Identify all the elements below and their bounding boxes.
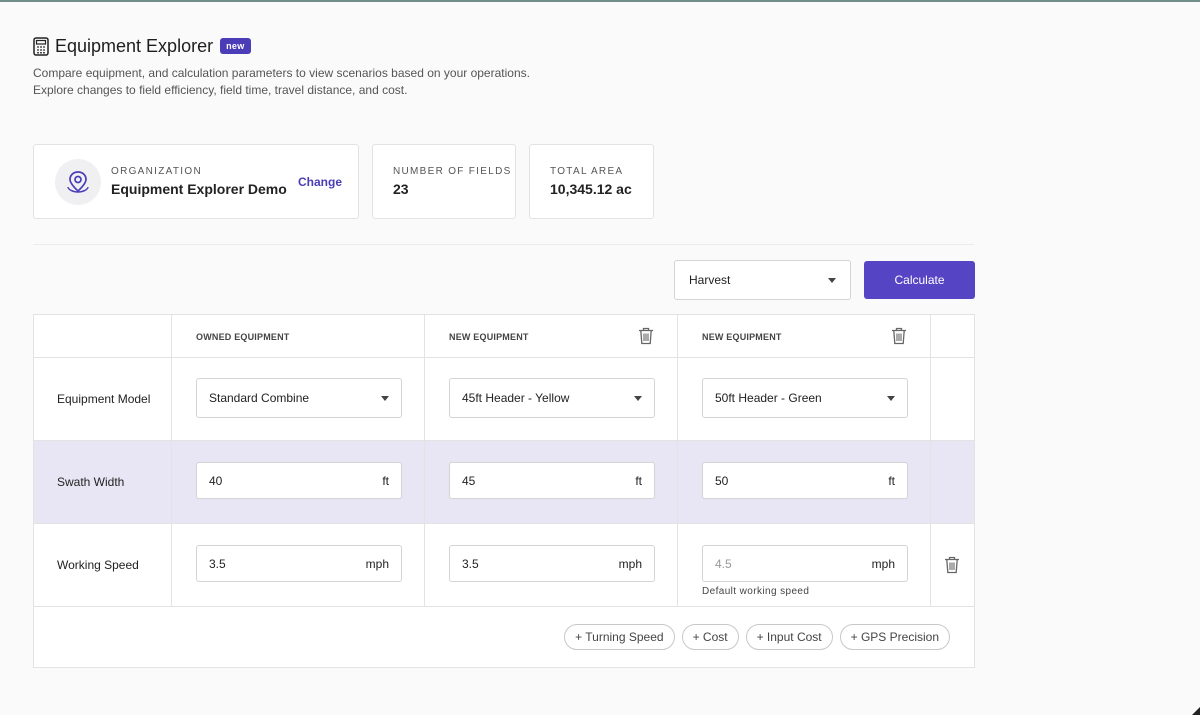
select-value: 45ft Header - Yellow [462, 391, 570, 405]
working-speed-input-new-2[interactable]: 4.5 mph [702, 545, 908, 582]
delete-row-trash-icon[interactable] [944, 556, 960, 574]
operation-select-value: Harvest [689, 273, 731, 287]
working-speed-input-new-1[interactable]: 3.5 mph [449, 545, 655, 582]
column-header-new-1: NEW EQUIPMENT [449, 332, 529, 342]
add-parameter-chips: + Turning Speed + Cost + Input Cost + GP… [564, 624, 950, 650]
page-header: Equipment Explorer new Compare equipment… [33, 35, 733, 99]
calculator-icon [33, 36, 49, 56]
fields-card: NUMBER OF FIELDS 23 [372, 144, 516, 219]
unit-label: ft [382, 473, 389, 488]
organization-avatar [55, 159, 101, 205]
chevron-down-icon [828, 277, 836, 283]
chevron-down-icon [887, 395, 895, 401]
row-label-equipment-model: Equipment Model [57, 392, 151, 406]
window-corner [1192, 707, 1200, 715]
default-speed-helper-text: Default working speed [702, 586, 810, 597]
column-divider [930, 315, 931, 607]
select-value: Standard Combine [209, 391, 310, 405]
input-value: 3.5 [462, 556, 479, 571]
area-card: TOTAL AREA 10,345.12 ac [529, 144, 654, 219]
input-value: 50 [715, 473, 729, 488]
area-label: TOTAL AREA [550, 166, 624, 177]
table-header-row: OWNED EQUIPMENT NEW EQUIPMENT NEW EQUIPM… [34, 315, 974, 358]
chevron-down-icon [634, 395, 642, 401]
page-description: Compare equipment, and calculation param… [33, 65, 733, 99]
organization-label: ORGANIZATION [111, 166, 202, 177]
unit-label: mph [365, 556, 389, 571]
swath-width-input-new-1[interactable]: 45 ft [449, 462, 655, 499]
area-value: 10,345.12 ac [550, 181, 632, 197]
fields-value: 23 [393, 181, 409, 197]
description-line-1: Compare equipment, and calculation param… [33, 66, 530, 80]
input-value: 45 [462, 473, 476, 488]
add-gps-precision-chip[interactable]: + GPS Precision [839, 624, 950, 650]
column-divider [677, 315, 678, 607]
add-input-cost-chip[interactable]: + Input Cost [745, 624, 833, 650]
equipment-comparison-table: OWNED EQUIPMENT NEW EQUIPMENT NEW EQUIPM… [33, 314, 975, 668]
row-label-working-speed: Working Speed [57, 558, 139, 572]
add-turning-speed-chip[interactable]: + Turning Speed [564, 624, 675, 650]
unit-label: mph [618, 556, 642, 571]
new-badge: new [220, 38, 251, 54]
organization-card: ORGANIZATION Equipment Explorer Demo Cha… [33, 144, 359, 219]
delete-column-2-trash-icon[interactable] [891, 327, 907, 345]
delete-column-1-trash-icon[interactable] [638, 327, 654, 345]
top-accent-line [0, 0, 1200, 2]
column-header-owned: OWNED EQUIPMENT [196, 332, 290, 342]
swath-width-input-owned[interactable]: 40 ft [196, 462, 402, 499]
row-label-swath-width: Swath Width [57, 475, 125, 489]
input-placeholder-value: 4.5 [715, 556, 732, 571]
row-swath-width: Swath Width 40 ft 45 ft 50 ft [34, 441, 974, 524]
chevron-down-icon [381, 395, 389, 401]
description-line-2: Explore changes to field efficiency, fie… [33, 83, 408, 97]
select-value: 50ft Header - Green [715, 391, 822, 405]
swath-width-input-new-2[interactable]: 50 ft [702, 462, 908, 499]
page-title: Equipment Explorer [55, 35, 214, 56]
column-divider [424, 315, 425, 607]
operation-select[interactable]: Harvest [674, 260, 851, 300]
organization-name: Equipment Explorer Demo [111, 181, 287, 197]
section-divider [33, 244, 974, 245]
equipment-model-select-new-2[interactable]: 50ft Header - Green [702, 378, 908, 418]
input-value: 40 [209, 473, 223, 488]
equipment-model-select-owned[interactable]: Standard Combine [196, 378, 402, 418]
add-cost-chip[interactable]: + Cost [681, 624, 739, 650]
change-organization-link[interactable]: Change [298, 175, 342, 189]
column-divider [171, 315, 172, 607]
calculate-button[interactable]: Calculate [864, 261, 975, 299]
unit-label: ft [635, 473, 642, 488]
working-speed-input-owned[interactable]: 3.5 mph [196, 545, 402, 582]
row-working-speed: Working Speed 3.5 mph 3.5 mph 4.5 mph De… [34, 524, 974, 607]
input-value: 3.5 [209, 556, 226, 571]
location-pin-icon [67, 171, 89, 193]
fields-label: NUMBER OF FIELDS [393, 166, 512, 177]
equipment-model-select-new-1[interactable]: 45ft Header - Yellow [449, 378, 655, 418]
unit-label: mph [871, 556, 895, 571]
unit-label: ft [888, 473, 895, 488]
column-header-new-2: NEW EQUIPMENT [702, 332, 782, 342]
row-equipment-model: Equipment Model Standard Combine 45ft He… [34, 358, 974, 441]
